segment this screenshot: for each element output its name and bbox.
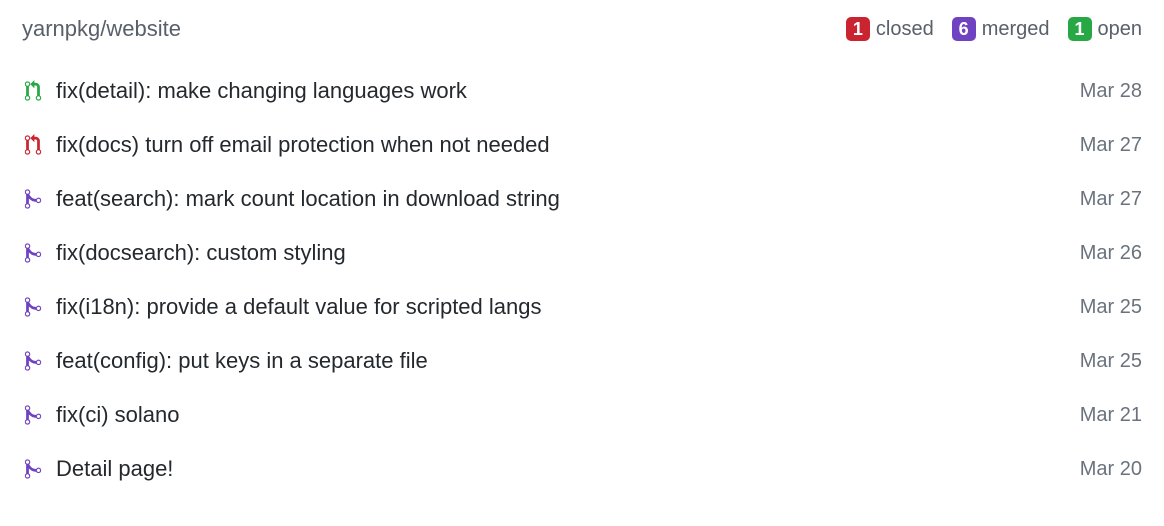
pull-request-row[interactable]: fix(i18n): provide a default value for s… xyxy=(22,280,1142,334)
pr-title: fix(detail): make changing languages wor… xyxy=(56,78,1064,104)
pull-request-row[interactable]: Detail page! Mar 20 xyxy=(22,442,1142,496)
repo-title[interactable]: yarnpkg/website xyxy=(22,16,181,42)
merged-label: merged xyxy=(982,18,1050,41)
pull-request-row[interactable]: fix(docsearch): custom styling Mar 26 xyxy=(22,226,1142,280)
pr-date: Mar 20 xyxy=(1080,458,1142,481)
pr-title: feat(config): put keys in a separate fil… xyxy=(56,348,1064,374)
pull-request-row[interactable]: fix(ci) solano Mar 21 xyxy=(22,388,1142,442)
pull-request-list: fix(detail): make changing languages wor… xyxy=(22,64,1142,496)
pull-request-row[interactable]: feat(config): put keys in a separate fil… xyxy=(22,334,1142,388)
pull-request-row[interactable]: fix(docs) turn off email protection when… xyxy=(22,118,1142,172)
pr-merged-icon xyxy=(22,458,44,480)
pr-date: Mar 27 xyxy=(1080,188,1142,211)
pr-title: fix(i18n): provide a default value for s… xyxy=(56,294,1064,320)
pr-date: Mar 25 xyxy=(1080,296,1142,319)
pull-request-row[interactable]: fix(detail): make changing languages wor… xyxy=(22,64,1142,118)
pr-merged-icon xyxy=(22,350,44,372)
pr-date: Mar 21 xyxy=(1080,404,1142,427)
pr-date: Mar 26 xyxy=(1080,242,1142,265)
status-open[interactable]: 1 open xyxy=(1068,17,1143,41)
status-counts: 1 closed 6 merged 1 open xyxy=(846,17,1142,41)
pr-open-icon xyxy=(22,80,44,102)
closed-count-badge: 1 xyxy=(846,17,870,41)
open-count-badge: 1 xyxy=(1068,17,1092,41)
pr-title: Detail page! xyxy=(56,456,1064,482)
open-label: open xyxy=(1098,18,1143,41)
status-merged[interactable]: 6 merged xyxy=(952,17,1050,41)
pr-merged-icon xyxy=(22,242,44,264)
pull-request-row[interactable]: feat(search): mark count location in dow… xyxy=(22,172,1142,226)
pr-date: Mar 28 xyxy=(1080,80,1142,103)
pr-date: Mar 25 xyxy=(1080,350,1142,373)
header: yarnpkg/website 1 closed 6 merged 1 open xyxy=(22,16,1142,42)
merged-count-badge: 6 xyxy=(952,17,976,41)
pr-title: fix(ci) solano xyxy=(56,402,1064,428)
status-closed[interactable]: 1 closed xyxy=(846,17,934,41)
pr-date: Mar 27 xyxy=(1080,134,1142,157)
pr-merged-icon xyxy=(22,188,44,210)
pr-merged-icon xyxy=(22,404,44,426)
pr-title: fix(docsearch): custom styling xyxy=(56,240,1064,266)
pr-closed-icon xyxy=(22,134,44,156)
closed-label: closed xyxy=(876,18,934,41)
pr-title: feat(search): mark count location in dow… xyxy=(56,186,1064,212)
pr-merged-icon xyxy=(22,296,44,318)
pr-title: fix(docs) turn off email protection when… xyxy=(56,132,1064,158)
